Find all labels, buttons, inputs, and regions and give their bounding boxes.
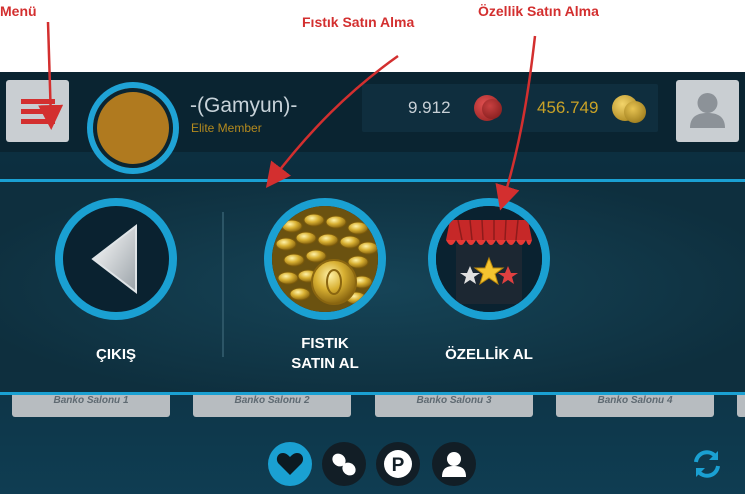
arrow-peanut (265, 54, 399, 188)
arrow-menu (38, 21, 64, 130)
annotation-arrows (38, 21, 537, 211)
arrow-feature (495, 35, 537, 211)
